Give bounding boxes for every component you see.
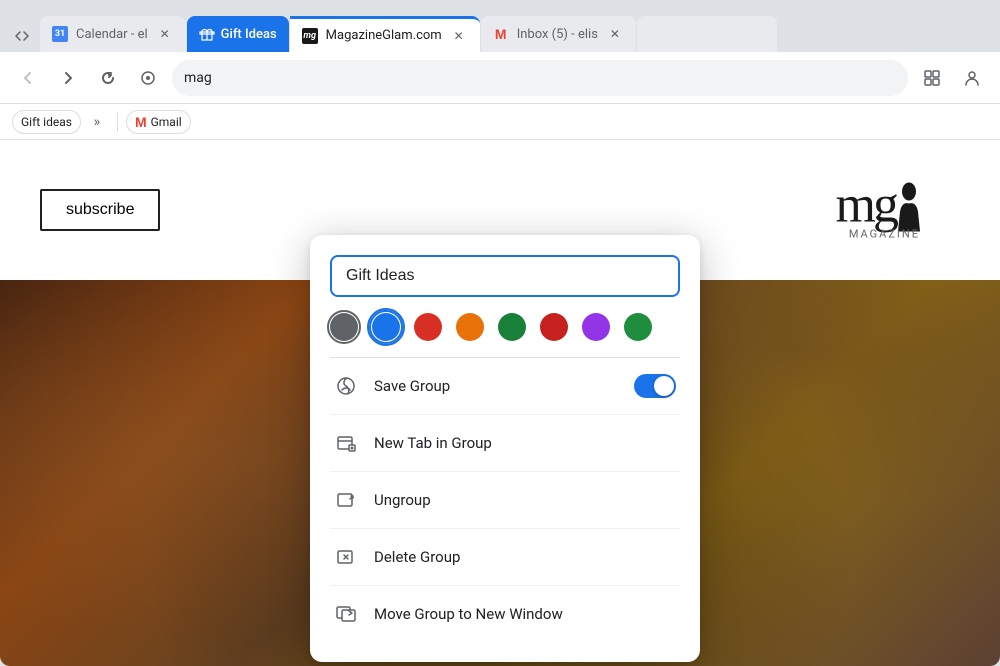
move-group-icon xyxy=(334,602,358,626)
divider xyxy=(117,112,118,132)
tab-calendar-close[interactable]: ✕ xyxy=(156,25,174,43)
color-swatch-teal[interactable] xyxy=(624,313,652,341)
tab-magazine-glam-title: MagazineGlam.com xyxy=(326,28,442,43)
back-button[interactable] xyxy=(12,62,44,94)
gift-group-icon xyxy=(199,26,215,42)
bookmark-gift-ideas[interactable]: Gift ideas xyxy=(12,110,81,134)
menu-item-ungroup[interactable]: Ungroup xyxy=(330,472,680,529)
bookmark-gmail[interactable]: M Gmail xyxy=(126,110,191,134)
tab-group-gift-ideas-title: Gift Ideas xyxy=(221,27,277,42)
tab-gmail[interactable]: M Inbox (5) - elis ✕ xyxy=(481,16,636,52)
tab-collapse-button[interactable] xyxy=(8,20,36,52)
tab-calendar-title: Calendar - el xyxy=(76,27,148,42)
gmail-favicon: M xyxy=(493,26,509,42)
color-swatch-pink[interactable] xyxy=(540,313,568,341)
tab-bar: 31 Calendar - el ✕ Gift Ideas mg Magazin… xyxy=(0,0,1000,52)
tab-overflow xyxy=(637,16,777,52)
new-tab-label: New Tab in Group xyxy=(374,434,676,452)
bookmarks-bar: Gift ideas » M Gmail xyxy=(0,104,1000,140)
toolbar: mag xyxy=(0,52,1000,104)
delete-group-label: Delete Group xyxy=(374,548,676,566)
tab-gmail-title: Inbox (5) - elis xyxy=(517,27,598,42)
ungroup-label: Ungroup xyxy=(374,491,676,509)
menu-item-save-group[interactable]: Save Group xyxy=(330,358,680,415)
color-picker-row xyxy=(330,313,680,358)
menu-item-delete-group[interactable]: Delete Group xyxy=(330,529,680,586)
color-swatch-green[interactable] xyxy=(498,313,526,341)
profile-button[interactable] xyxy=(956,62,988,94)
save-group-toggle[interactable] xyxy=(634,374,676,398)
tune-button[interactable] xyxy=(132,62,164,94)
gmail-icon-small: M xyxy=(135,114,147,130)
refresh-button[interactable] xyxy=(92,62,124,94)
color-swatch-orange[interactable] xyxy=(456,313,484,341)
url-text: mag xyxy=(184,70,212,86)
tab-magazine-glam-close[interactable]: ✕ xyxy=(450,27,468,45)
forward-button[interactable] xyxy=(52,62,84,94)
color-swatch-grey[interactable] xyxy=(330,313,358,341)
color-swatch-blue[interactable] xyxy=(372,313,400,341)
tab-gmail-close[interactable]: ✕ xyxy=(606,25,624,43)
page-content: subscribe mg magazine xyxy=(0,140,1000,666)
move-group-label: Move Group to New Window xyxy=(374,605,676,623)
menu-item-new-tab[interactable]: New Tab in Group xyxy=(330,415,680,472)
color-swatch-purple[interactable] xyxy=(582,313,610,341)
menu-item-move-group[interactable]: Move Group to New Window xyxy=(330,586,680,642)
ungroup-icon xyxy=(334,488,358,512)
mg-favicon: mg xyxy=(302,28,318,44)
tab-group-gift-ideas[interactable]: Gift Ideas xyxy=(187,16,289,52)
save-group-label: Save Group xyxy=(374,377,618,395)
tab-magazine-glam[interactable]: mg MagazineGlam.com ✕ xyxy=(290,16,480,52)
save-group-icon xyxy=(334,374,358,398)
address-bar[interactable]: mag xyxy=(172,60,908,96)
group-name-input[interactable] xyxy=(330,255,680,297)
delete-group-icon xyxy=(334,545,358,569)
bookmark-gift-ideas-label: Gift ideas xyxy=(21,115,72,129)
tab-group-popup: Save Group New Tab in Group xyxy=(310,235,700,662)
browser-window: 31 Calendar - el ✕ Gift Ideas mg Magazin… xyxy=(0,0,1000,666)
bookmark-gmail-label: Gmail xyxy=(151,115,182,129)
extensions-button[interactable] xyxy=(916,62,948,94)
tab-calendar[interactable]: 31 Calendar - el ✕ xyxy=(40,16,186,52)
color-swatch-red[interactable] xyxy=(414,313,442,341)
bookmark-more-button[interactable]: » xyxy=(85,110,109,134)
calendar-favicon: 31 xyxy=(52,26,68,42)
new-tab-icon xyxy=(334,431,358,455)
popup-overlay: Save Group New Tab in Group xyxy=(0,140,1000,666)
